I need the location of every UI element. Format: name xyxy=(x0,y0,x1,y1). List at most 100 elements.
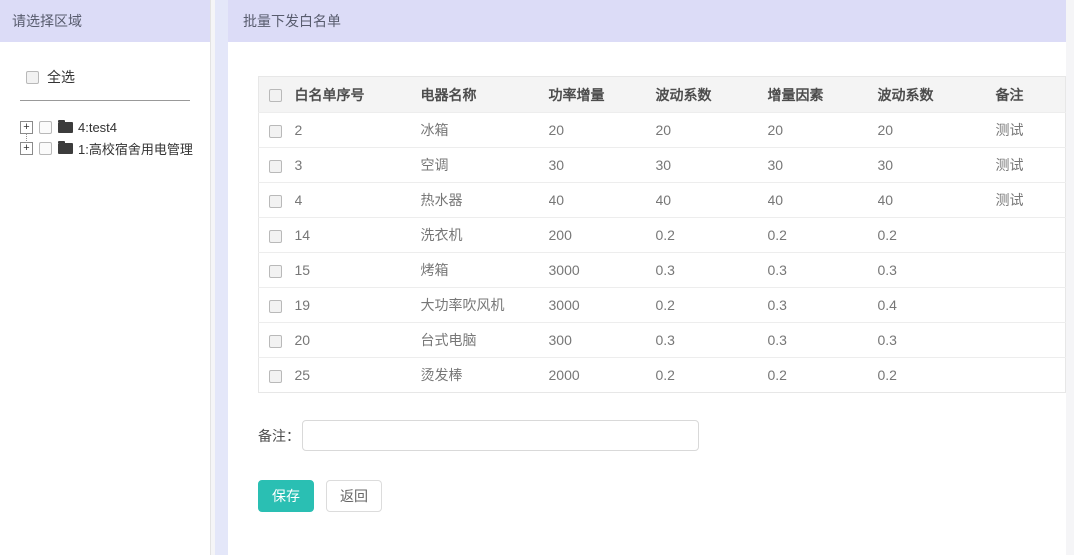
whitelist-panel: 批量下发白名单 白名单序号电器名称功率增量波动系数增量因素波动系数备注 2冰箱2… xyxy=(228,0,1066,555)
row-checkbox[interactable] xyxy=(269,265,282,278)
table-cell: 15 xyxy=(295,253,421,288)
table-cell: 0.3 xyxy=(878,323,996,358)
table-cell: 0.2 xyxy=(656,218,768,253)
row-checkbox[interactable] xyxy=(269,370,282,383)
panel-divider xyxy=(215,0,228,555)
table-cell: 2 xyxy=(295,113,421,148)
table-cell: 20 xyxy=(768,113,878,148)
table-cell: 0.2 xyxy=(656,358,768,393)
table-cell: 热水器 xyxy=(421,183,549,218)
table-row: 2冰箱20202020测试 xyxy=(259,113,1066,148)
tree-node-label[interactable]: 1:高校宿舍用电管理 xyxy=(78,139,193,158)
table-cell xyxy=(996,218,1066,253)
sidebar-body: 全选 +4:test4 +1:高校宿舍用电管理 xyxy=(0,42,210,159)
table-cell xyxy=(996,253,1066,288)
table-row: 25烫发棒20000.20.20.2 xyxy=(259,358,1066,393)
column-header: 波动系数 xyxy=(656,77,768,113)
save-button[interactable]: 保存 xyxy=(258,480,314,512)
back-button[interactable]: 返回 xyxy=(326,480,382,512)
table-cell: 烤箱 xyxy=(421,253,549,288)
table-cell: 0.3 xyxy=(878,253,996,288)
tree-node-checkbox[interactable] xyxy=(39,121,52,134)
table-cell: 20 xyxy=(878,113,996,148)
table-cell: 20 xyxy=(295,323,421,358)
tree-node-label[interactable]: 4:test4 xyxy=(78,120,117,135)
table-cell: 0.3 xyxy=(656,253,768,288)
table-cell xyxy=(996,323,1066,358)
table-cell: 0.2 xyxy=(656,288,768,323)
table-cell: 20 xyxy=(549,113,656,148)
table-cell: 洗衣机 xyxy=(421,218,549,253)
table-cell: 30 xyxy=(878,148,996,183)
column-header: 电器名称 xyxy=(421,77,549,113)
row-checkbox-cell xyxy=(259,218,295,253)
table-cell xyxy=(996,288,1066,323)
table-cell: 2000 xyxy=(549,358,656,393)
table-cell: 30 xyxy=(656,148,768,183)
table-row: 4热水器40404040测试 xyxy=(259,183,1066,218)
select-all-rows-checkbox[interactable] xyxy=(269,89,282,102)
whitelist-table: 白名单序号电器名称功率增量波动系数增量因素波动系数备注 2冰箱20202020测… xyxy=(258,76,1066,393)
row-checkbox[interactable] xyxy=(269,230,282,243)
remark-input[interactable] xyxy=(302,420,699,451)
tree-node-checkbox[interactable] xyxy=(39,142,52,155)
table-cell: 40 xyxy=(768,183,878,218)
table-cell: 空调 xyxy=(421,148,549,183)
table-cell: 40 xyxy=(656,183,768,218)
table-row: 15烤箱30000.30.30.3 xyxy=(259,253,1066,288)
table-cell: 3 xyxy=(295,148,421,183)
row-checkbox-cell xyxy=(259,288,295,323)
row-checkbox-cell xyxy=(259,183,295,218)
row-checkbox[interactable] xyxy=(269,300,282,313)
table-row: 19大功率吹风机30000.20.30.4 xyxy=(259,288,1066,323)
column-header: 功率增量 xyxy=(549,77,656,113)
select-all-checkbox[interactable] xyxy=(26,71,39,84)
table-row: 20台式电脑3000.30.30.3 xyxy=(259,323,1066,358)
row-checkbox[interactable] xyxy=(269,125,282,138)
table-cell: 300 xyxy=(549,323,656,358)
row-checkbox[interactable] xyxy=(269,335,282,348)
page-title: 批量下发白名单 xyxy=(228,0,1066,42)
table-cell: 测试 xyxy=(996,148,1066,183)
table-cell: 台式电脑 xyxy=(421,323,549,358)
table-cell: 30 xyxy=(549,148,656,183)
tree-node: +1:高校宿舍用电管理 xyxy=(20,138,210,159)
table-cell: 3000 xyxy=(549,288,656,323)
sidebar-title: 请选择区域 xyxy=(0,0,210,42)
row-checkbox-cell xyxy=(259,323,295,358)
table-body: 2冰箱20202020测试3空调30303030测试4热水器40404040测试… xyxy=(259,113,1066,393)
row-checkbox-cell xyxy=(259,148,295,183)
main-body: 白名单序号电器名称功率增量波动系数增量因素波动系数备注 2冰箱20202020测… xyxy=(228,42,1066,512)
row-checkbox-cell xyxy=(259,113,295,148)
column-header: 白名单序号 xyxy=(295,77,421,113)
table-cell: 20 xyxy=(656,113,768,148)
table-cell: 0.2 xyxy=(768,218,878,253)
table-cell: 0.3 xyxy=(768,288,878,323)
table-cell: 大功率吹风机 xyxy=(421,288,549,323)
table-cell: 30 xyxy=(768,148,878,183)
table-cell: 3000 xyxy=(549,253,656,288)
column-header: 波动系数 xyxy=(878,77,996,113)
table-cell: 0.2 xyxy=(768,358,878,393)
remark-label: 备注： xyxy=(258,426,300,446)
row-checkbox-cell xyxy=(259,253,295,288)
table-cell: 测试 xyxy=(996,113,1066,148)
row-checkbox[interactable] xyxy=(269,160,282,173)
expand-icon[interactable]: + xyxy=(20,142,33,155)
select-all-label: 全选 xyxy=(47,67,75,87)
row-checkbox[interactable] xyxy=(269,195,282,208)
region-tree: +4:test4 +1:高校宿舍用电管理 xyxy=(0,117,210,159)
table-cell: 25 xyxy=(295,358,421,393)
table-header-row: 白名单序号电器名称功率增量波动系数增量因素波动系数备注 xyxy=(259,77,1066,113)
table-cell xyxy=(996,358,1066,393)
table-row: 14洗衣机2000.20.20.2 xyxy=(259,218,1066,253)
folder-icon xyxy=(58,122,73,133)
column-header: 备注 xyxy=(996,77,1066,113)
table-cell: 200 xyxy=(549,218,656,253)
row-checkbox-cell xyxy=(259,358,295,393)
table-cell: 测试 xyxy=(996,183,1066,218)
table-row: 3空调30303030测试 xyxy=(259,148,1066,183)
table-cell: 0.3 xyxy=(768,323,878,358)
table-cell: 14 xyxy=(295,218,421,253)
remark-row: 备注： xyxy=(258,420,1066,451)
